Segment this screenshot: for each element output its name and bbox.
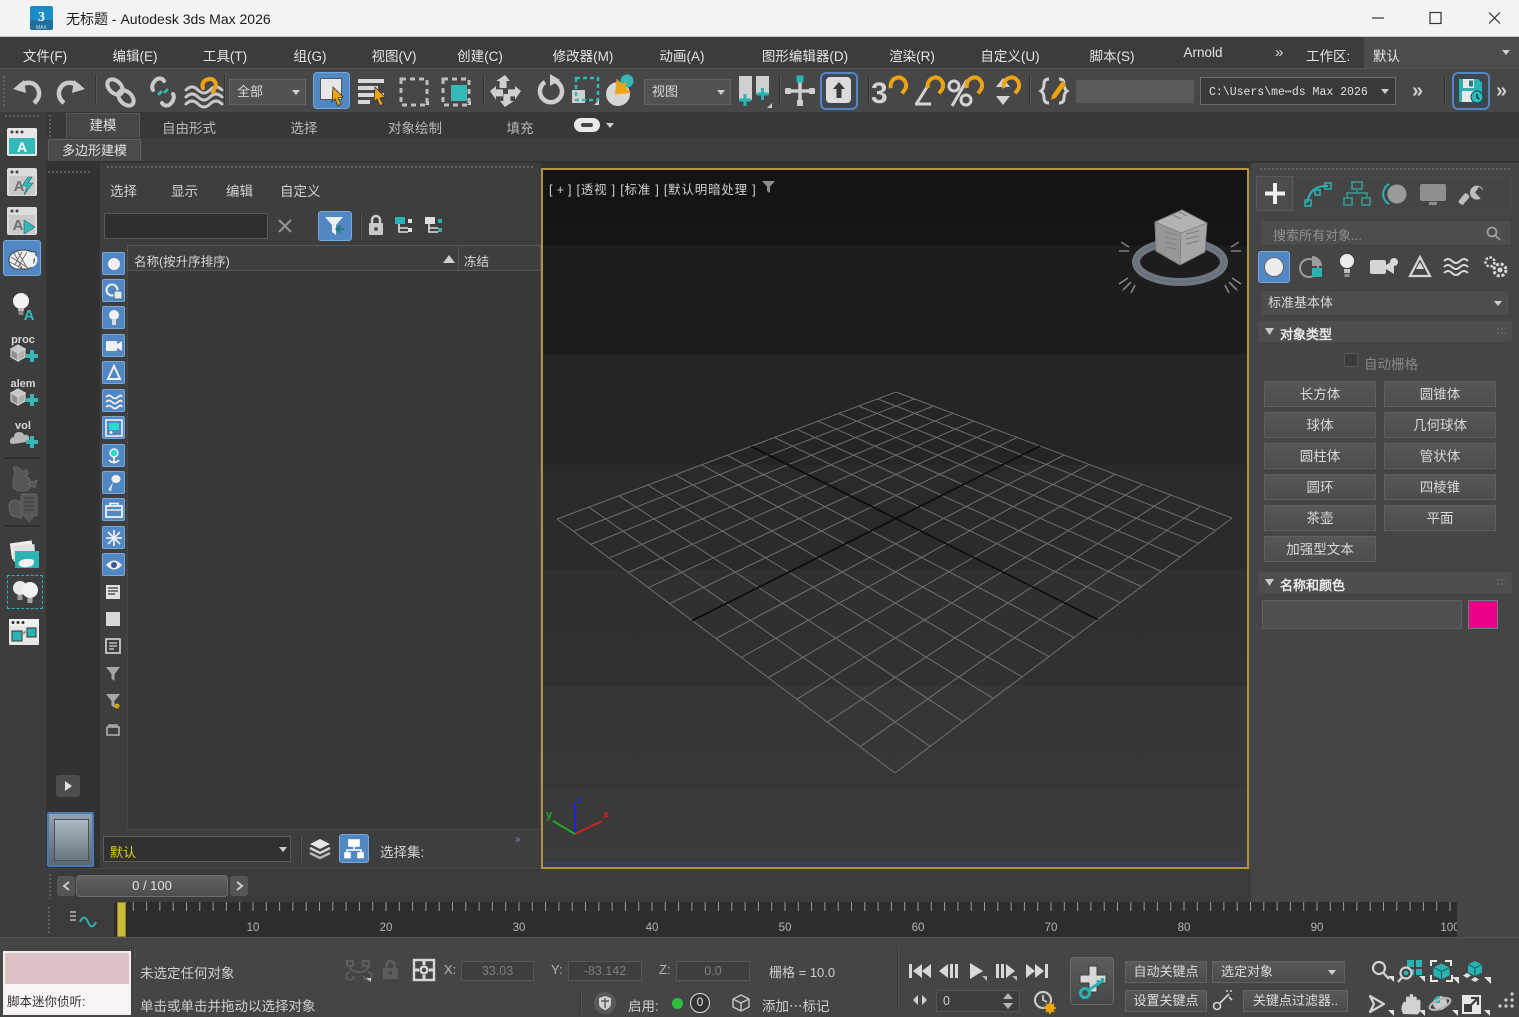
svg-text:80: 80 xyxy=(1178,922,1191,934)
svg-text:60: 60 xyxy=(912,922,925,934)
svg-text:y: y xyxy=(546,809,553,821)
svg-text:70: 70 xyxy=(1045,922,1058,934)
svg-text:50: 50 xyxy=(779,922,792,934)
svg-text:40: 40 xyxy=(646,922,659,934)
svg-text:vol: vol xyxy=(15,420,31,432)
svg-text:x: x xyxy=(603,809,610,821)
svg-text:MAX: MAX xyxy=(36,25,48,31)
svg-text:90: 90 xyxy=(1311,922,1324,934)
svg-text:A: A xyxy=(13,217,24,234)
svg-text:10: 10 xyxy=(247,922,260,934)
svg-text:30: 30 xyxy=(513,922,526,934)
svg-text:3: 3 xyxy=(38,10,45,25)
svg-text:A: A xyxy=(24,307,35,324)
svg-text:20: 20 xyxy=(380,922,393,934)
svg-text:proc: proc xyxy=(11,334,35,346)
svg-text:3: 3 xyxy=(871,77,888,110)
svg-text:A: A xyxy=(17,139,27,155)
svg-text:z: z xyxy=(577,795,583,807)
svg-text:alem: alem xyxy=(10,378,35,390)
svg-text:A: A xyxy=(14,178,25,195)
